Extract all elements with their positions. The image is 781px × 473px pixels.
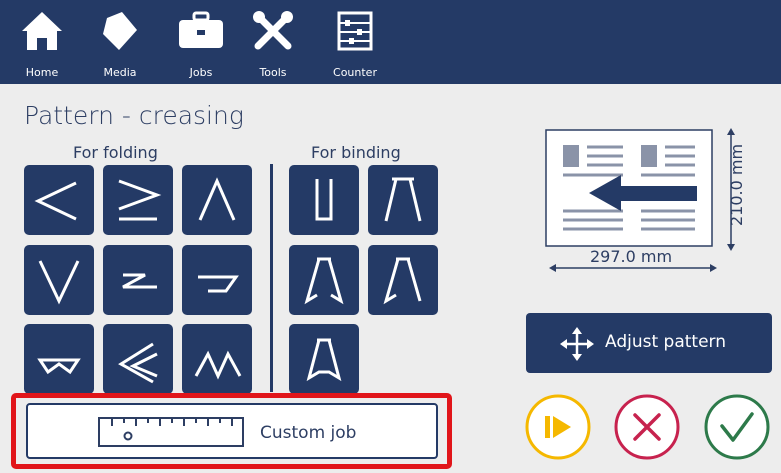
fold-pattern-6[interactable]	[182, 245, 252, 315]
height-dimension-label: 210.0 mm	[727, 144, 742, 226]
nav-tools[interactable]: Tools	[248, 0, 298, 84]
adjust-pattern-button[interactable]: Adjust pattern	[526, 313, 772, 373]
abacus-icon	[337, 11, 373, 51]
play-step-button[interactable]	[525, 394, 591, 460]
fold-v-icon	[38, 260, 80, 305]
nav-media[interactable]: Media	[95, 0, 145, 84]
fold-left-angle-icon	[34, 181, 77, 221]
fold-zigzag-icon	[194, 350, 242, 380]
cancel-button[interactable]	[614, 394, 680, 460]
nav-jobs[interactable]: Jobs	[176, 0, 226, 84]
sheet-preview: 297.0 mm 210.0 mm	[545, 127, 746, 279]
bind-flare-notch-icon	[304, 257, 344, 305]
bind-pattern-5[interactable]	[289, 324, 359, 394]
fold-z-icon	[122, 273, 157, 289]
nav-home-label: Home	[25, 66, 59, 79]
ruler-icon	[98, 417, 244, 447]
page-title: Pattern - creasing	[24, 101, 244, 130]
check-icon	[704, 394, 770, 460]
tools-icon	[253, 11, 293, 50]
move-arrows-icon	[560, 327, 594, 361]
bind-u-icon	[315, 179, 333, 221]
top-nav-bar: Home Media Jobs Tools Counter	[0, 0, 781, 84]
fold-pattern-1[interactable]	[24, 165, 94, 235]
bind-flare-icon	[384, 177, 422, 222]
bind-pattern-4[interactable]	[368, 245, 438, 315]
nav-home[interactable]: Home	[17, 0, 67, 84]
bind-flare-left-notch-icon	[383, 257, 422, 305]
adjust-pattern-label: Adjust pattern	[605, 332, 727, 352]
home-icon	[22, 12, 62, 50]
fold-trapezoid-icon	[198, 275, 239, 293]
fold-caret-up-icon	[198, 177, 236, 221]
media-icon	[103, 12, 137, 50]
bind-pattern-3[interactable]	[289, 245, 359, 315]
custom-job-label: Custom job	[260, 423, 357, 443]
nav-media-label: Media	[103, 66, 137, 79]
fold-pattern-8[interactable]	[103, 324, 173, 394]
briefcase-icon	[179, 11, 223, 48]
bind-flare-base-icon	[306, 338, 342, 382]
bind-pattern-2[interactable]	[368, 165, 438, 235]
binding-section-label: For binding	[311, 143, 401, 162]
confirm-button[interactable]	[704, 394, 770, 460]
fold-pattern-2[interactable]	[103, 165, 173, 235]
fold-double-left-angle-icon	[118, 342, 158, 384]
fold-pattern-9[interactable]	[182, 324, 252, 394]
custom-job-button[interactable]: Custom job	[26, 403, 438, 459]
fold-greater-equal-icon	[118, 179, 162, 221]
fold-gate-icon	[37, 358, 81, 375]
fold-pattern-7[interactable]	[24, 324, 94, 394]
play-step-icon	[525, 394, 591, 460]
fold-pattern-5[interactable]	[103, 245, 173, 315]
fold-pattern-3[interactable]	[182, 165, 252, 235]
width-dimension-label: 297.0 mm	[590, 247, 672, 266]
fold-pattern-4[interactable]	[24, 245, 94, 315]
folding-section-label: For folding	[73, 143, 158, 162]
nav-counter[interactable]: Counter	[330, 0, 380, 84]
close-icon	[614, 394, 680, 460]
nav-tools-label: Tools	[259, 66, 287, 79]
nav-jobs-label: Jobs	[189, 66, 213, 79]
bind-pattern-1[interactable]	[289, 165, 359, 235]
section-divider	[270, 164, 273, 392]
nav-counter-label: Counter	[333, 66, 377, 79]
